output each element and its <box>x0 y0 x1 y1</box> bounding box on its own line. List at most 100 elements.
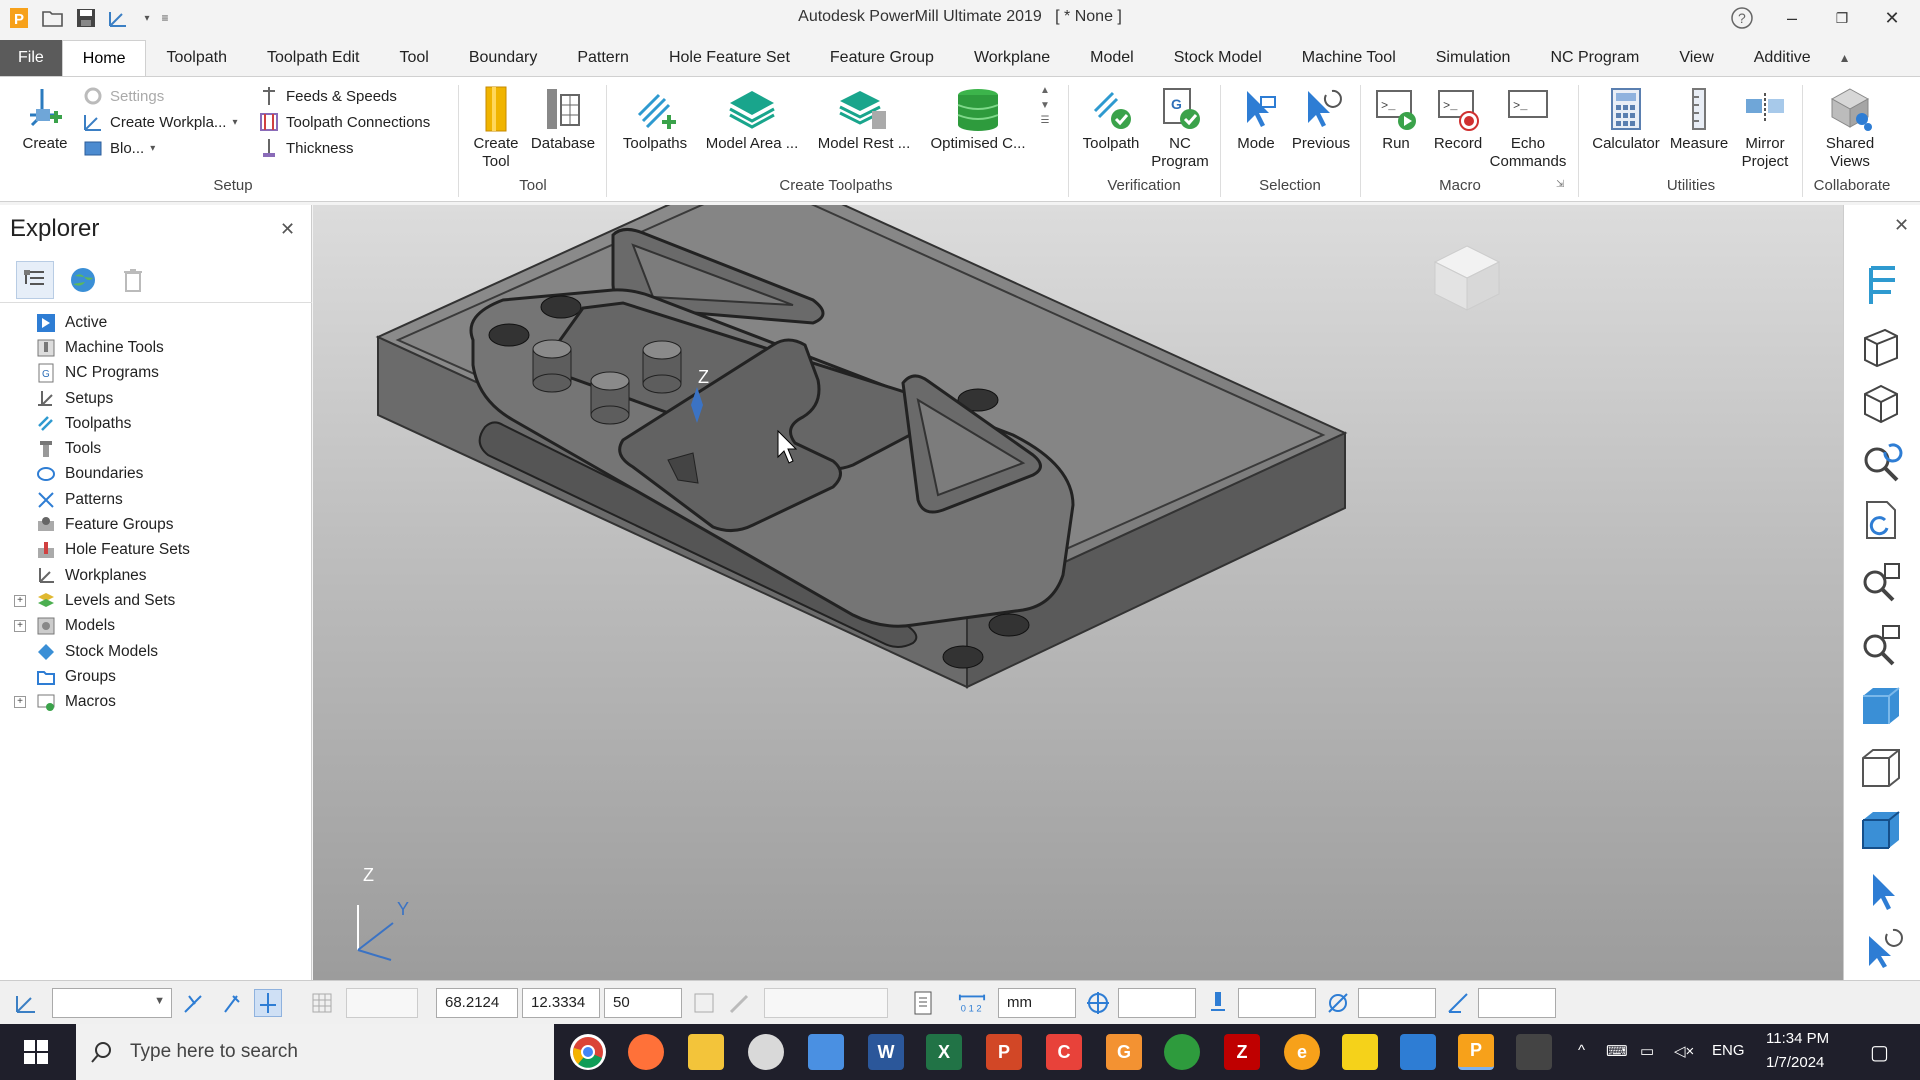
tree-item-active[interactable]: Active <box>0 310 312 335</box>
crosshair-icon[interactable] <box>1084 989 1112 1017</box>
app-icon-globe[interactable] <box>1164 1034 1200 1070</box>
refresh-document-icon[interactable] <box>1856 495 1906 545</box>
view-cube[interactable] <box>1427 238 1507 322</box>
tree-item-macros[interactable]: + Macros <box>0 689 312 714</box>
wireframe-view-icon[interactable] <box>1856 743 1906 793</box>
shared-views-button[interactable]: Shared Views <box>1810 85 1890 171</box>
tab-feature-group[interactable]: Feature Group <box>810 40 954 76</box>
shaded-view-icon[interactable] <box>1856 681 1906 731</box>
app-icon-orange[interactable]: G <box>1106 1034 1142 1070</box>
expand-icon[interactable]: + <box>14 696 26 709</box>
gallery-scroll[interactable]: ▲ ▼ ☰ <box>1036 85 1054 165</box>
tab-pattern[interactable]: Pattern <box>557 40 649 76</box>
file-explorer-app-icon[interactable] <box>688 1034 724 1070</box>
angle-icon[interactable] <box>1444 989 1472 1017</box>
tolerance-field[interactable] <box>1118 988 1196 1018</box>
view-iso-icon[interactable] <box>1856 379 1906 429</box>
clock-time[interactable]: 11:34 PM <box>1766 1030 1829 1047</box>
word-app-icon[interactable]: W <box>868 1034 904 1070</box>
language-indicator[interactable]: ENG <box>1712 1042 1745 1059</box>
tree-item-hole-feature-sets[interactable]: Hole Feature Sets <box>0 538 312 563</box>
taskbar-search[interactable]: Type here to search <box>76 1024 554 1080</box>
verify-toolpath-button[interactable]: Toolpath <box>1074 85 1148 153</box>
app-icon-disk[interactable] <box>748 1034 784 1070</box>
measure-button[interactable]: Measure <box>1664 85 1734 153</box>
powermill-app-icon[interactable]: P <box>1458 1034 1494 1070</box>
tree-view-icon[interactable] <box>16 261 54 299</box>
tool-offset-icon[interactable] <box>1204 989 1232 1017</box>
tree-item-toolpaths[interactable]: Toolpaths <box>0 411 312 436</box>
help-circle-icon[interactable]: ? <box>1720 0 1764 36</box>
firefox-app-icon[interactable] <box>628 1034 664 1070</box>
block-button[interactable]: Blo... ▾ <box>82 137 155 159</box>
grid-icon[interactable] <box>308 989 336 1017</box>
tray-volume-icon[interactable]: ◁× <box>1674 1042 1694 1060</box>
macro-record-button[interactable]: >_ Record <box>1428 85 1488 153</box>
calculator-button[interactable]: Calculator <box>1586 85 1666 153</box>
previous-selection-button[interactable]: Previous <box>1288 85 1354 153</box>
status-text-field[interactable] <box>764 988 888 1018</box>
tree-item-workplanes[interactable]: Workplanes <box>0 563 312 588</box>
thickness-button[interactable]: Thickness <box>258 137 354 159</box>
tree-item-nc-programs[interactable]: G NC Programs <box>0 361 312 386</box>
tab-simulation[interactable]: Simulation <box>1416 40 1531 76</box>
snap-icon[interactable] <box>180 989 208 1017</box>
model-rest-clearance-button[interactable]: Model Rest ... <box>812 85 916 153</box>
gallery-more-icon[interactable]: ☰ <box>1041 115 1050 126</box>
tab-nc-program[interactable]: NC Program <box>1530 40 1659 76</box>
tree-item-groups[interactable]: Groups <box>0 664 312 689</box>
zoom-box-icon[interactable] <box>1856 619 1906 669</box>
tab-home[interactable]: Home <box>61 40 147 76</box>
model-area-clearance-button[interactable]: Model Area ... <box>700 85 804 153</box>
minimize-button[interactable]: – <box>1770 0 1814 36</box>
database-button[interactable]: Database <box>528 85 598 153</box>
sticky-notes-app-icon[interactable] <box>1342 1034 1378 1070</box>
create-workplane-button[interactable]: Create Workpla... ▾ <box>82 111 237 133</box>
tab-model[interactable]: Model <box>1070 40 1154 76</box>
create-tool-button[interactable]: Create Tool <box>468 85 524 171</box>
create-setup-button[interactable]: Create <box>16 85 74 153</box>
mirror-project-button[interactable]: Mirror Project <box>1730 85 1800 171</box>
scroll-up-icon[interactable]: ▲ <box>1040 85 1050 96</box>
tree-item-patterns[interactable]: Patterns <box>0 487 312 512</box>
tab-hole-feature-set[interactable]: Hole Feature Set <box>649 40 810 76</box>
tab-view[interactable]: View <box>1659 40 1733 76</box>
tab-machine-tool[interactable]: Machine Tool <box>1282 40 1416 76</box>
view-top-icon[interactable] <box>1856 261 1906 311</box>
toolpath-connections-button[interactable]: Toolpath Connections <box>258 111 430 133</box>
tree-item-feature-groups[interactable]: Feature Groups <box>0 512 312 537</box>
tree-item-tools[interactable]: Tools <box>0 436 312 461</box>
excel-app-icon[interactable]: X <box>926 1034 962 1070</box>
scroll-down-icon[interactable]: ▼ <box>1040 100 1050 111</box>
select-cursor-icon[interactable] <box>1856 867 1906 917</box>
app-icon-e[interactable]: e <box>1284 1034 1320 1070</box>
tree-item-stock-models[interactable]: Stock Models <box>0 639 312 664</box>
zoom-refresh-icon[interactable] <box>1856 437 1906 487</box>
restore-button[interactable]: ❐ <box>1820 0 1864 36</box>
tray-keyboard-icon[interactable]: ⌨ <box>1606 1042 1628 1060</box>
coordinate-mode-icon[interactable] <box>690 989 718 1017</box>
expand-icon[interactable]: + <box>14 620 26 633</box>
tab-additive[interactable]: Additive <box>1734 40 1831 76</box>
tab-stock-model[interactable]: Stock Model <box>1154 40 1282 76</box>
tray-network-icon[interactable]: ▭ <box>1640 1042 1654 1060</box>
calculator-status-icon[interactable] <box>910 989 938 1017</box>
tree-item-boundaries[interactable]: Boundaries <box>0 462 312 487</box>
windows-start-icon[interactable] <box>24 1040 48 1068</box>
pen-icon[interactable] <box>726 989 754 1017</box>
angle-field[interactable] <box>1478 988 1556 1018</box>
app-icon-blue[interactable] <box>1400 1034 1436 1070</box>
previous-view-icon[interactable] <box>1856 923 1906 973</box>
workplane-select[interactable]: ▼ <box>52 988 172 1018</box>
tray-chevron-icon[interactable]: ^ <box>1578 1042 1585 1059</box>
app-icon-film[interactable] <box>1516 1034 1552 1070</box>
echo-commands-button[interactable]: >_ Echo Commands <box>1488 85 1568 171</box>
explorer-close-icon[interactable]: ✕ <box>280 219 295 240</box>
verify-nc-program-button[interactable]: G NC Program <box>1150 85 1210 171</box>
units-ruler-icon[interactable]: 0 1 2 <box>958 989 986 1017</box>
graphics-viewport[interactable]: Z Z Y <box>313 205 1843 980</box>
close-button[interactable]: ✕ <box>1870 0 1914 36</box>
tab-toolpath[interactable]: Toolpath <box>146 40 247 76</box>
tree-item-setups[interactable]: Setups <box>0 386 312 411</box>
powerpoint-app-icon[interactable]: P <box>986 1034 1022 1070</box>
